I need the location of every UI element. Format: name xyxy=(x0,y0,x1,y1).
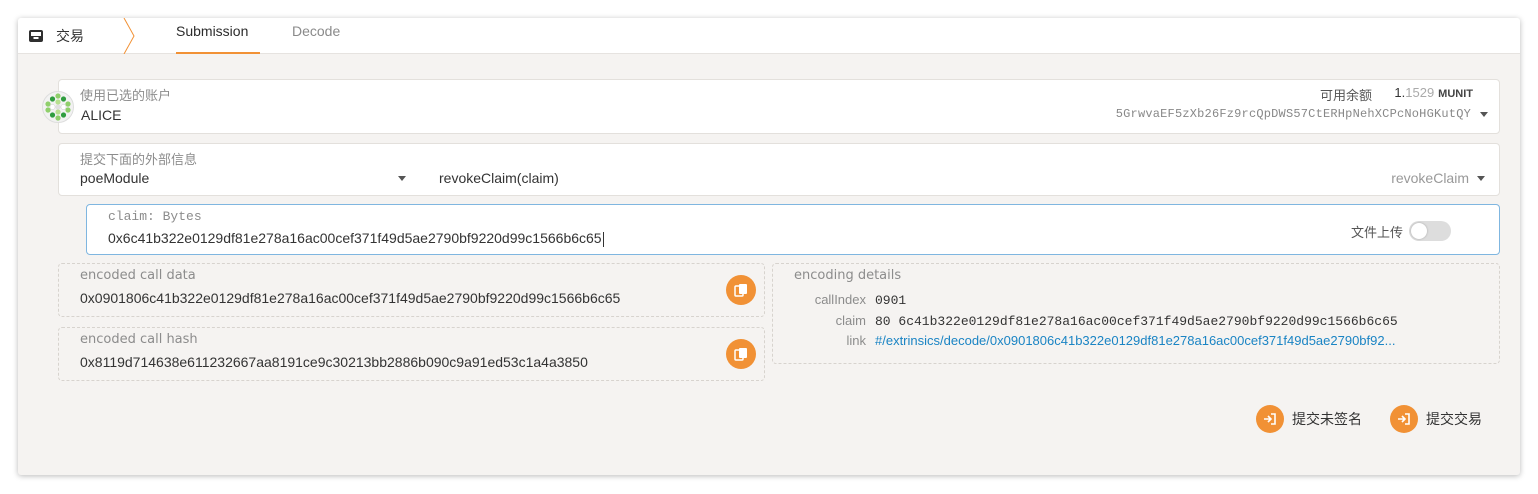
account-label: 使用已选的账户 xyxy=(80,89,172,104)
chevron-down-icon[interactable] xyxy=(1480,112,1488,117)
encoded-call-hash-value: 0x8119d714638e611232667aa8191ce9c30213bb… xyxy=(80,354,588,370)
file-upload-label: 文件上传 xyxy=(1350,226,1403,241)
breadcrumb-separator xyxy=(123,18,135,54)
claim-param-label: claim: Bytes xyxy=(108,209,202,224)
copy-icon xyxy=(734,284,747,297)
encoded-call-data-value: 0x0901806c41b322e0129df81e278a16ac00cef3… xyxy=(80,290,621,306)
call-name: revokeClaim xyxy=(1391,170,1469,186)
text-cursor xyxy=(602,231,604,247)
toggle-knob xyxy=(1411,223,1427,239)
file-upload-toggle[interactable] xyxy=(1409,221,1451,241)
extrinsic-selector: 提交下面的外部信息 poeModule revokeClaim(claim) r… xyxy=(58,143,1500,196)
link-key: link xyxy=(846,333,866,348)
claim-param-value: 0x6c41b322e0129df81e278a16ac00cef371f49d… xyxy=(108,230,602,246)
account-address: 5GrwvaEF5zXb26Fz9rcQpDWS57CtERHpNehXCPcN… xyxy=(1115,107,1471,121)
sign-in-icon xyxy=(1256,405,1284,433)
account-name: ALICE xyxy=(81,107,122,123)
claim-value: 80 6c41b322e0129df81e278a16ac00cef371f49… xyxy=(875,314,1398,329)
submit-unsigned-label: 提交未签名 xyxy=(1292,412,1362,428)
module-chevron-down-icon[interactable] xyxy=(398,176,406,181)
app-title: 交易 xyxy=(56,29,84,45)
encoded-call-hash-box: encoded call hash 0x8119d714638e61123266… xyxy=(58,327,765,381)
decode-link[interactable]: #/extrinsics/decode/0x0901806c41b322e012… xyxy=(875,333,1471,348)
call-chevron-down-icon[interactable] xyxy=(1477,176,1485,181)
encoded-call-data-box: encoded call data 0x0901806c41b322e0129d… xyxy=(58,263,765,317)
copy-call-hash-button[interactable] xyxy=(726,339,756,369)
tab-submission[interactable]: Submission xyxy=(176,18,261,54)
balance-integer: 1. xyxy=(1394,85,1406,100)
encoding-details-box: encoding details callIndex 0901 claim 80… xyxy=(772,263,1500,364)
module-select[interactable]: poeModule xyxy=(80,170,149,186)
identicon-avatar xyxy=(42,91,74,123)
balance-fraction: 1529 xyxy=(1405,85,1435,100)
app-section[interactable]: 交易 xyxy=(28,18,84,54)
call-index-value: 0901 xyxy=(875,293,907,308)
balance-value: 1.1529 MUNIT xyxy=(1394,85,1473,100)
copy-icon xyxy=(734,348,747,361)
extrinsics-window: 交易 Submission Decode 使用已选的账户 ALICE 可用余额 … xyxy=(18,18,1520,475)
claim-param-input[interactable]: 0x6c41b322e0129df81e278a16ac00cef371f49d… xyxy=(108,230,604,247)
header-bar: 交易 Submission Decode xyxy=(18,18,1520,54)
claim-key: claim xyxy=(835,313,866,328)
encoding-details-title: encoding details xyxy=(794,268,902,283)
extrinsic-label: 提交下面的外部信息 xyxy=(80,153,198,168)
balance-unit: MUNIT xyxy=(1438,88,1473,100)
copy-call-data-button[interactable] xyxy=(726,275,756,305)
tab-decode[interactable]: Decode xyxy=(292,18,340,54)
sign-in-icon xyxy=(1390,405,1418,433)
submit-transaction-label: 提交交易 xyxy=(1426,412,1482,428)
submit-unsigned-button[interactable]: 提交未签名 xyxy=(1256,404,1362,434)
submit-transaction-button[interactable]: 提交交易 xyxy=(1390,404,1482,434)
inbox-icon xyxy=(29,30,43,42)
account-selector[interactable]: 使用已选的账户 ALICE 可用余额 1.1529 MUNIT 5GrwvaEF5… xyxy=(58,79,1500,134)
call-select[interactable]: revokeClaim(claim) xyxy=(439,170,559,186)
balance-label: 可用余额 xyxy=(1319,89,1372,104)
encoded-call-data-label: encoded call data xyxy=(80,268,196,283)
encoded-call-hash-label: encoded call hash xyxy=(80,332,198,347)
call-index-key: callIndex xyxy=(814,292,866,307)
claim-param-field[interactable]: claim: Bytes 0x6c41b322e0129df81e278a16a… xyxy=(86,204,1500,255)
